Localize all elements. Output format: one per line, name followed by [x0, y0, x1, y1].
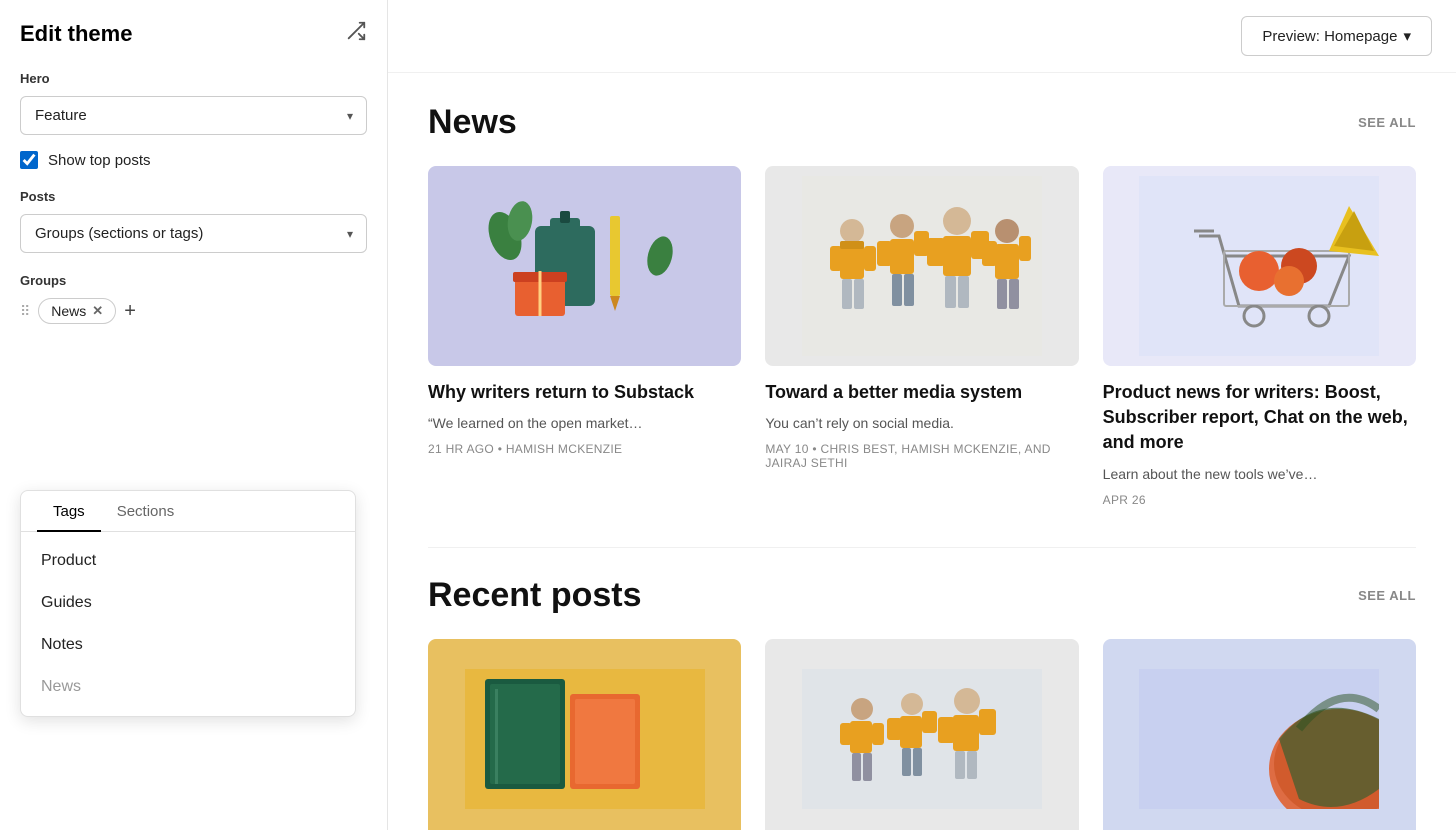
- news-card-3-image: [1103, 166, 1416, 366]
- shuffle-icon[interactable]: [345, 20, 367, 47]
- add-tag-button[interactable]: +: [124, 301, 136, 321]
- news-tag-chip: News ✕: [38, 298, 116, 324]
- content-area: News SEE ALL: [388, 73, 1456, 830]
- left-panel: Edit theme Hero Feature Text Minimal ▾ S…: [0, 0, 388, 830]
- news-card-2-title: Toward a better media system: [765, 380, 1078, 405]
- posts-select-wrapper: Groups (sections or tags) All posts Feat…: [20, 214, 367, 253]
- drag-handle-icon[interactable]: ⠿: [20, 303, 30, 320]
- news-heading: News: [428, 103, 517, 142]
- recent-card-1-image: [428, 639, 741, 830]
- groups-dropdown: Tags Sections Product Guides Notes News: [20, 490, 356, 717]
- news-card-1-meta: 21 HR AGO • HAMISH MCKENZIE: [428, 442, 741, 456]
- groups-label: Groups: [20, 273, 367, 288]
- panel-header: Edit theme: [20, 20, 367, 47]
- news-card-1-image: [428, 166, 741, 366]
- news-see-all[interactable]: SEE ALL: [1358, 115, 1416, 130]
- preview-button[interactable]: Preview: Homepage ▾: [1241, 16, 1432, 56]
- news-card-1: Why writers return to Substack “We learn…: [428, 166, 741, 507]
- recent-card-1: [428, 639, 741, 830]
- news-card-3-meta: APR 26: [1103, 493, 1416, 507]
- top-bar: Preview: Homepage ▾: [388, 0, 1456, 73]
- news-tag-remove[interactable]: ✕: [92, 303, 103, 319]
- dropdown-item-guides[interactable]: Guides: [21, 582, 355, 624]
- recent-card-3-image: [1103, 639, 1416, 830]
- show-top-posts-checkbox[interactable]: [20, 151, 38, 169]
- recent-see-all[interactable]: SEE ALL: [1358, 588, 1416, 603]
- recent-card-2-image: [765, 639, 1078, 830]
- recent-cards-grid: [428, 639, 1416, 830]
- recent-heading: Recent posts: [428, 576, 642, 615]
- news-card-2-meta: MAY 10 • CHRIS BEST, HAMISH MCKENZIE, AN…: [765, 442, 1078, 470]
- news-card-3-title: Product news for writers: Boost, Subscri…: [1103, 380, 1416, 456]
- news-card-3: Product news for writers: Boost, Subscri…: [1103, 166, 1416, 507]
- news-card-2-image: [765, 166, 1078, 366]
- hero-label: Hero: [20, 71, 367, 86]
- tab-sections[interactable]: Sections: [101, 491, 191, 532]
- panel-title: Edit theme: [20, 21, 132, 47]
- dropdown-item-product[interactable]: Product: [21, 540, 355, 582]
- hero-select-wrapper: Feature Text Minimal ▾: [20, 96, 367, 135]
- section-divider: [428, 547, 1416, 548]
- dropdown-tabs: Tags Sections: [21, 491, 355, 532]
- news-card-3-excerpt: Learn about the new tools we’ve…: [1103, 464, 1416, 485]
- news-card-2-excerpt: You can’t rely on social media.: [765, 413, 1078, 434]
- news-card-1-excerpt: “We learned on the open market…: [428, 413, 741, 434]
- recent-heading-row: Recent posts SEE ALL: [428, 576, 1416, 615]
- news-heading-row: News SEE ALL: [428, 103, 1416, 142]
- news-card-2: Toward a better media system You can’t r…: [765, 166, 1078, 507]
- show-top-posts-row: Show top posts: [20, 151, 367, 169]
- tab-tags[interactable]: Tags: [37, 491, 101, 532]
- show-top-posts-label: Show top posts: [48, 152, 151, 169]
- dropdown-items: Product Guides Notes News: [21, 532, 355, 716]
- preview-label: Preview: Homepage: [1262, 28, 1397, 45]
- hero-select[interactable]: Feature Text Minimal: [20, 96, 367, 135]
- news-card-1-title: Why writers return to Substack: [428, 380, 741, 405]
- news-tag-label: News: [51, 303, 86, 319]
- groups-section: Groups ⠿ News ✕ +: [20, 273, 367, 324]
- dropdown-item-notes[interactable]: Notes: [21, 624, 355, 666]
- posts-select[interactable]: Groups (sections or tags) All posts Feat…: [20, 214, 367, 253]
- recent-card-2: [765, 639, 1078, 830]
- posts-label: Posts: [20, 189, 367, 204]
- news-cards-grid: Why writers return to Substack “We learn…: [428, 166, 1416, 507]
- groups-tag-row: ⠿ News ✕ +: [20, 298, 367, 324]
- preview-chevron: ▾: [1403, 27, 1411, 45]
- recent-card-3: [1103, 639, 1416, 830]
- dropdown-item-news[interactable]: News: [21, 666, 355, 708]
- right-panel: Preview: Homepage ▾ News SEE ALL: [388, 0, 1456, 830]
